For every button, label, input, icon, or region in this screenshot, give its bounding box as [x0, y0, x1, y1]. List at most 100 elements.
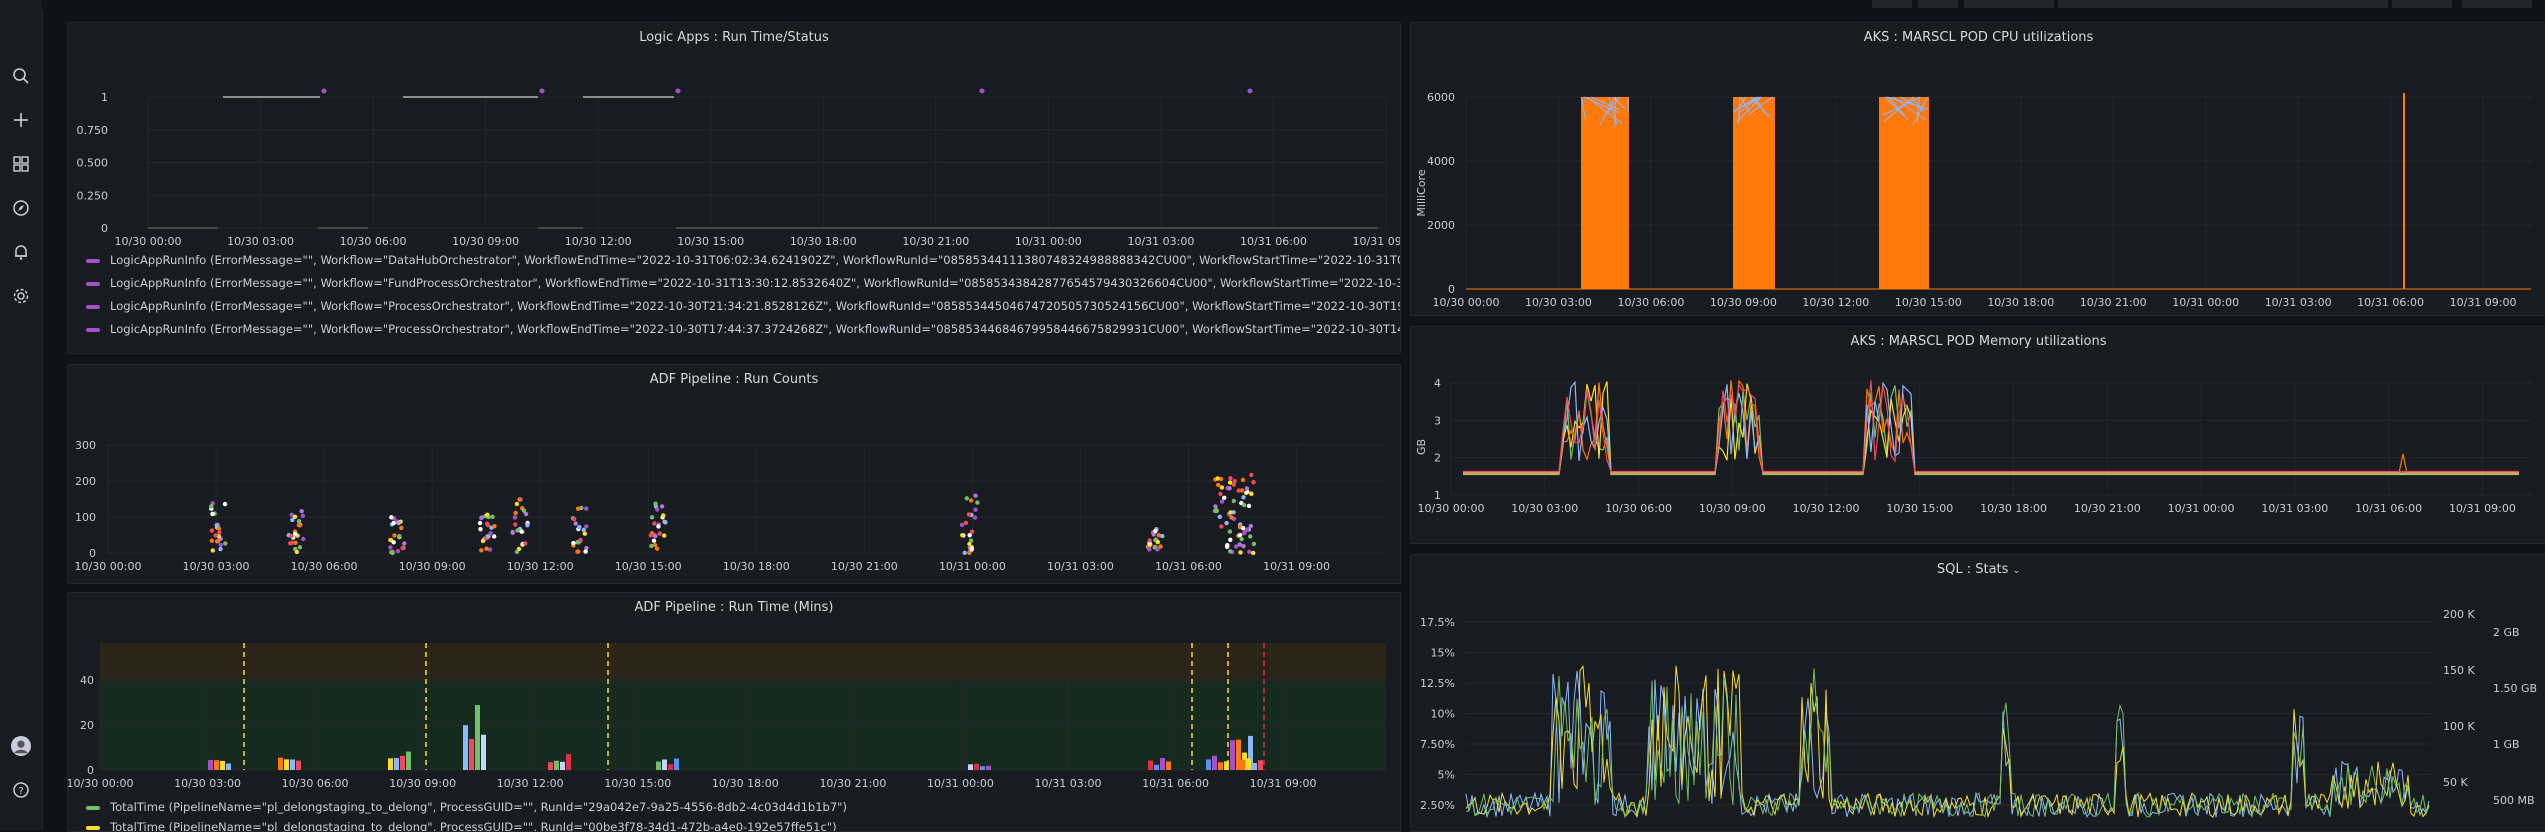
count-point — [1224, 521, 1228, 525]
count-point — [579, 506, 583, 510]
y-tick-label: 0.250 — [77, 189, 109, 202]
count-point — [210, 528, 214, 532]
count-point — [1245, 486, 1249, 490]
memory-line — [1463, 382, 2519, 472]
count-point — [1158, 544, 1162, 548]
legend-label: TotalTime (PipelineName="pl_delongstagin… — [110, 820, 837, 832]
adf-run-counts-chart: 300200100010/30 00:0010/30 03:0010/30 06… — [68, 365, 1400, 583]
count-point — [513, 515, 517, 519]
side-nav: ? — [0, 0, 43, 830]
count-point — [970, 547, 974, 551]
count-point — [1232, 499, 1236, 503]
legend-item[interactable]: LogicAppRunInfo (ErrorMessage="", Workfl… — [86, 322, 1401, 336]
run-time-bar — [548, 762, 553, 770]
legend-item[interactable]: LogicAppRunInfo (ErrorMessage="", Workfl… — [86, 276, 1401, 290]
legend-label: LogicAppRunInfo (ErrorMessage="", Workfl… — [110, 276, 1401, 290]
count-point — [301, 537, 305, 541]
settings-icon[interactable] — [11, 286, 31, 306]
count-point — [1153, 545, 1157, 549]
y-tick-label: 20 — [80, 719, 94, 732]
x-tick-label: 10/30 21:00 — [819, 777, 886, 790]
alerting-icon[interactable] — [11, 242, 31, 262]
count-point — [485, 513, 489, 517]
dashboards-icon[interactable] — [11, 154, 31, 174]
count-point — [479, 548, 483, 552]
run-time-bar — [278, 758, 283, 770]
sql-series — [1466, 666, 2429, 817]
x-tick-label: 10/30 15:00 — [1895, 296, 1962, 309]
count-point — [490, 515, 494, 519]
count-point — [1220, 499, 1224, 503]
legend-item[interactable]: TotalTime (PipelineName="pl_delongstagin… — [86, 800, 847, 814]
count-point — [215, 539, 219, 543]
count-point — [655, 507, 659, 511]
x-tick-label: 10/30 09:00 — [389, 777, 456, 790]
legend-item[interactable]: TotalTime (PipelineName="pl_delongstagin… — [86, 820, 837, 832]
count-point — [969, 538, 973, 542]
count-point — [396, 549, 400, 553]
run-time-bar — [469, 739, 474, 770]
count-point — [1248, 534, 1252, 538]
x-tick-label: 10/30 06:00 — [282, 777, 349, 790]
help-icon[interactable]: ? — [11, 780, 31, 800]
count-point — [211, 548, 215, 552]
count-point — [1242, 531, 1246, 535]
count-point — [1216, 476, 1220, 480]
count-point — [1245, 527, 1249, 531]
count-point — [973, 508, 977, 512]
x-tick-label: 10/31 00:00 — [927, 777, 994, 790]
time-range-picker[interactable] — [2058, 0, 2388, 8]
legend-swatch — [86, 305, 100, 309]
count-point — [300, 509, 304, 513]
x-tick-label: 10/30 03:00 — [183, 560, 250, 573]
count-point — [967, 512, 971, 516]
count-point — [478, 521, 482, 525]
x-tick-label: 10/31 09:00 — [1353, 235, 1400, 248]
toolbar-button[interactable] — [1872, 0, 1912, 8]
count-point — [1241, 495, 1245, 499]
count-point — [1220, 485, 1224, 489]
x-tick-label: 10/30 03:00 — [1511, 502, 1578, 515]
count-point — [1238, 550, 1242, 554]
run-time-bar — [1160, 758, 1165, 770]
search-icon[interactable] — [11, 66, 31, 86]
toolbar-button[interactable] — [1964, 0, 2054, 8]
count-point — [969, 498, 973, 502]
count-point — [510, 530, 514, 534]
count-point — [973, 494, 977, 498]
x-tick-label: 10/31 09:00 — [1250, 777, 1317, 790]
legend-label: TotalTime (PipelineName="pl_delongstagin… — [110, 800, 847, 814]
count-point — [1241, 478, 1245, 482]
plus-icon[interactable] — [11, 110, 31, 130]
count-point — [655, 547, 659, 551]
x-tick-label: 10/31 06:00 — [2355, 502, 2422, 515]
x-tick-label: 10/31 06:00 — [1155, 560, 1222, 573]
x-tick-label: 10/31 06:00 — [1240, 235, 1307, 248]
count-point — [1241, 526, 1245, 530]
count-point — [1147, 547, 1151, 551]
count-point — [290, 541, 294, 545]
run-time-bar — [475, 705, 480, 770]
y-tick-label: 5% — [1438, 769, 1455, 782]
count-point — [210, 512, 214, 516]
x-tick-label: 10/31 00:00 — [1015, 235, 1082, 248]
legend-item[interactable]: LogicAppRunInfo (ErrorMessage="", Workfl… — [86, 253, 1401, 267]
run-status-series — [148, 89, 1378, 229]
count-point — [1225, 543, 1229, 547]
explore-icon[interactable] — [11, 198, 31, 218]
legend-item[interactable]: LogicAppRunInfo (ErrorMessage="", Workfl… — [86, 299, 1401, 313]
count-point — [1214, 509, 1218, 513]
toolbar-button[interactable] — [2392, 0, 2452, 8]
user-avatar[interactable] — [11, 736, 31, 756]
y-tick-label: 1 — [1434, 489, 1441, 502]
x-tick-label: 10/30 12:00 — [507, 560, 574, 573]
run-time-bar — [284, 759, 289, 770]
refresh-button[interactable] — [2462, 0, 2532, 8]
count-point — [973, 515, 977, 519]
count-point — [963, 551, 967, 555]
x-tick-label: 10/31 06:00 — [2357, 296, 2424, 309]
toolbar-button[interactable] — [1918, 0, 1958, 8]
x-tick-label: 10/30 15:00 — [615, 560, 682, 573]
count-point — [1156, 540, 1160, 544]
run-time-bar — [968, 764, 973, 770]
